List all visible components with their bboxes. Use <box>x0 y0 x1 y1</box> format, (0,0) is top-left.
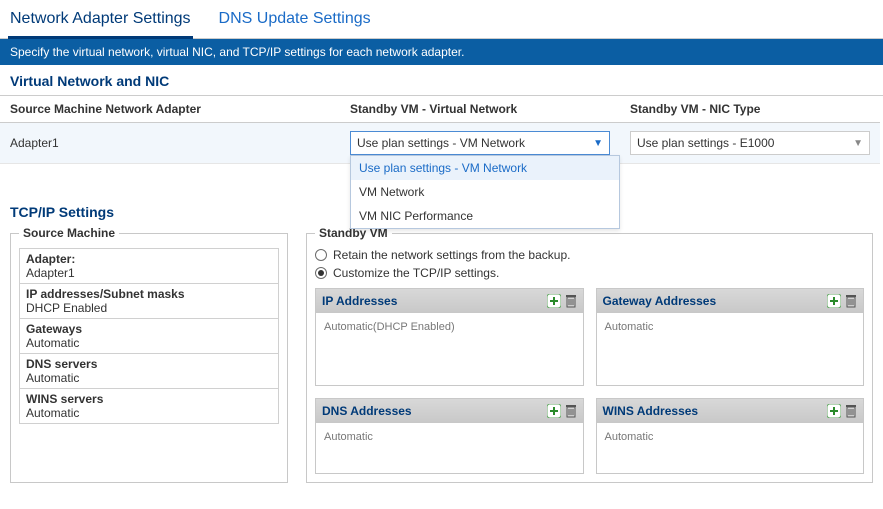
chevron-down-icon: ▼ <box>593 138 603 149</box>
virtual-network-select[interactable]: Use plan settings - VM Network ▼ <box>350 131 610 155</box>
standby-vm-group: Standby VM Retain the network settings f… <box>306 226 873 483</box>
ip-subnet-label: IP addresses/Subnet masks <box>26 287 272 301</box>
wins-servers-label: WINS servers <box>26 392 272 406</box>
nic-type-cell: Use plan settings - E1000 ▼ <box>620 123 880 164</box>
trash-icon[interactable] <box>565 294 577 308</box>
col-header-virtual-network: Standby VM - Virtual Network <box>340 96 620 123</box>
nic-type-select[interactable]: Use plan settings - E1000 ▼ <box>630 131 870 155</box>
dropdown-option-plan-vm-network[interactable]: Use plan settings - VM Network <box>351 156 619 180</box>
chevron-down-icon: ▼ <box>853 138 863 149</box>
section-title-vnic: Virtual Network and NIC <box>0 65 883 96</box>
card-wins-addresses: WINS Addresses Automatic <box>596 398 865 474</box>
tab-dns-update-settings[interactable]: DNS Update Settings <box>217 6 373 38</box>
trash-icon[interactable] <box>845 404 857 418</box>
tab-bar: Network Adapter Settings DNS Update Sett… <box>0 0 883 39</box>
virtual-network-dropdown: Use plan settings - VM Network VM Networ… <box>350 155 620 229</box>
card-dns-body: Automatic <box>316 423 583 473</box>
add-icon[interactable] <box>547 294 561 308</box>
card-ip-title: IP Addresses <box>322 294 397 308</box>
card-gateway-body: Automatic <box>597 313 864 385</box>
radio-customize-label: Customize the TCP/IP settings. <box>333 266 499 280</box>
radio-icon <box>315 249 327 261</box>
trash-icon[interactable] <box>565 404 577 418</box>
card-dns-addresses: DNS Addresses Automatic <box>315 398 584 474</box>
add-icon[interactable] <box>547 404 561 418</box>
adapter-name: Adapter1 <box>10 136 59 150</box>
virtual-network-select-value: Use plan settings - VM Network <box>357 136 525 150</box>
card-gateway-addresses: Gateway Addresses Automatic <box>596 288 865 386</box>
source-machine-table: Adapter: Adapter1 IP addresses/Subnet ma… <box>19 248 279 424</box>
dropdown-option-vm-network[interactable]: VM Network <box>351 180 619 204</box>
card-dns-title: DNS Addresses <box>322 404 412 418</box>
radio-icon <box>315 267 327 279</box>
add-icon[interactable] <box>827 404 841 418</box>
dropdown-option-vm-nic-performance[interactable]: VM NIC Performance <box>351 204 619 228</box>
radio-retain-label: Retain the network settings from the bac… <box>333 248 570 262</box>
ip-subnet-value: DHCP Enabled <box>26 301 107 315</box>
trash-icon[interactable] <box>845 294 857 308</box>
wins-servers-value: Automatic <box>26 406 79 420</box>
card-ip-body: Automatic(DHCP Enabled) <box>316 313 583 385</box>
dns-servers-label: DNS servers <box>26 357 272 371</box>
info-banner: Specify the virtual network, virtual NIC… <box>0 39 883 65</box>
radio-retain-settings[interactable]: Retain the network settings from the bac… <box>315 248 864 262</box>
adapter-label: Adapter: <box>26 252 272 266</box>
adapter-value: Adapter1 <box>26 266 75 280</box>
source-machine-group: Source Machine Adapter: Adapter1 IP addr… <box>10 226 288 483</box>
vnic-table: Source Machine Network Adapter Standby V… <box>0 96 883 164</box>
add-icon[interactable] <box>827 294 841 308</box>
card-wins-title: WINS Addresses <box>603 404 699 418</box>
card-wins-body: Automatic <box>597 423 864 473</box>
col-header-nic-type: Standby VM - NIC Type <box>620 96 880 123</box>
dns-servers-value: Automatic <box>26 371 79 385</box>
col-header-source-adapter: Source Machine Network Adapter <box>0 96 340 123</box>
card-gateway-title: Gateway Addresses <box>603 294 717 308</box>
source-machine-legend: Source Machine <box>19 226 119 240</box>
gateways-value: Automatic <box>26 336 79 350</box>
tab-network-adapter-settings[interactable]: Network Adapter Settings <box>8 6 193 38</box>
virtual-network-cell: Use plan settings - VM Network ▼ Use pla… <box>340 123 620 164</box>
gateways-label: Gateways <box>26 322 272 336</box>
radio-customize-settings[interactable]: Customize the TCP/IP settings. <box>315 266 864 280</box>
card-ip-addresses: IP Addresses Automatic(DHCP Enabled) <box>315 288 584 386</box>
adapter-name-cell: Adapter1 <box>0 123 340 164</box>
nic-type-select-value: Use plan settings - E1000 <box>637 136 774 150</box>
